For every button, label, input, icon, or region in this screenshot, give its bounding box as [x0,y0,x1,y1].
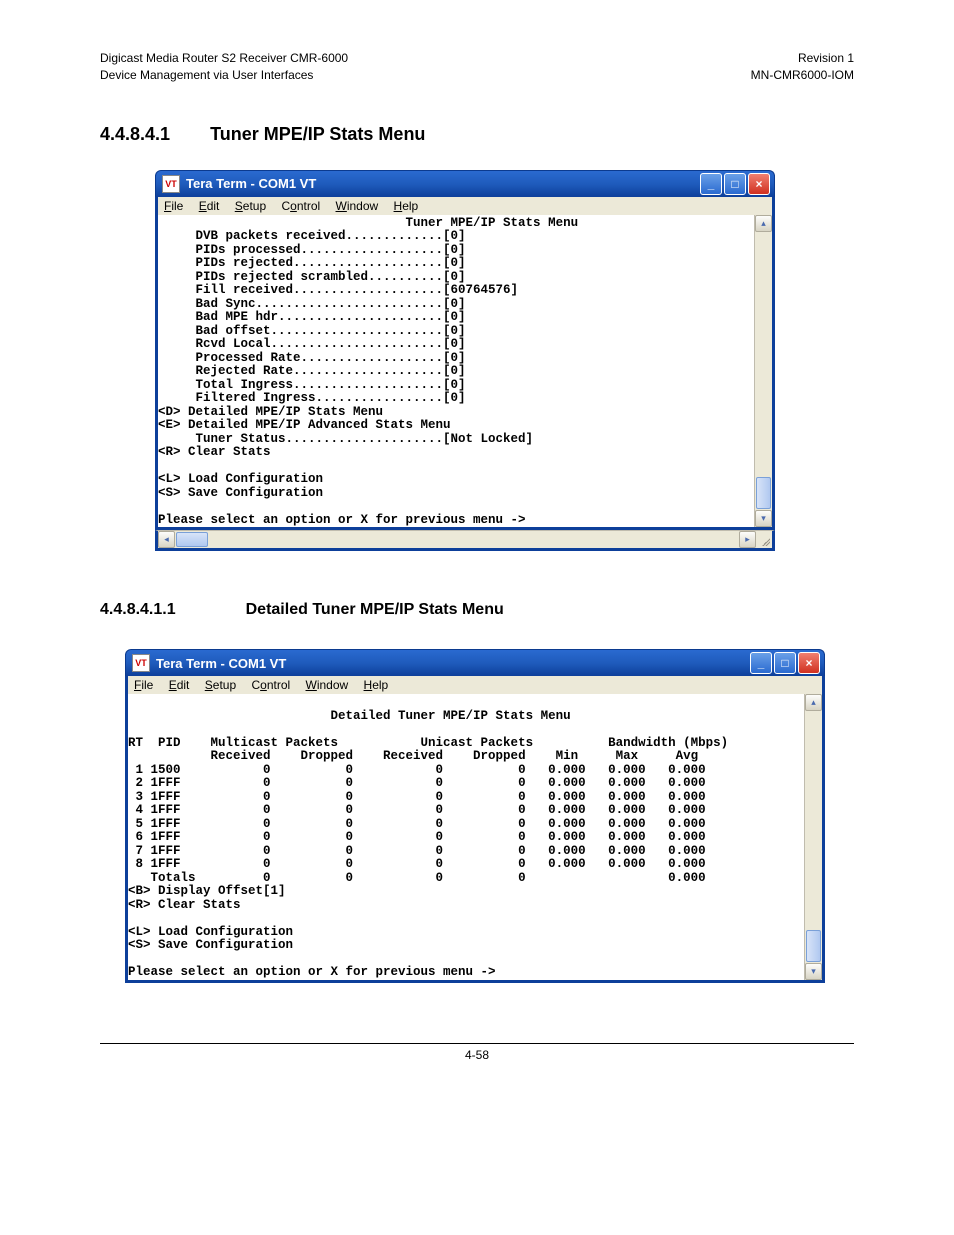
section-number: 4.4.8.4.1 [100,124,170,144]
close-button[interactable]: × [798,652,820,674]
menu-window[interactable]: Window [336,199,379,213]
terminal-output[interactable]: Tuner MPE/IP Stats Menu DVB packets rece… [158,215,754,528]
menu-help[interactable]: Help [394,199,419,213]
menu-file[interactable]: File [164,199,183,213]
footer-rule [100,1043,854,1044]
scroll-up-icon[interactable]: ▴ [755,215,772,232]
subsection-number: 4.4.8.4.1.1 [100,601,176,618]
section-heading-2: 4.4.8.4.1.1 Detailed Tuner MPE/IP Stats M… [100,601,854,619]
resize-grip-icon[interactable] [756,532,772,548]
scroll-thumb[interactable] [756,477,771,509]
titlebar[interactable]: VT Tera Term - COM1 VT _ □ × [125,649,825,676]
menubar: File Edit Setup Control Window Help [155,197,775,215]
terminal-window-2: VT Tera Term - COM1 VT _ □ × File Edit S… [125,649,825,983]
menu-edit[interactable]: Edit [199,199,220,213]
app-icon: VT [162,175,180,193]
header-right-1: Revision 1 [798,51,854,65]
header-left-2: Device Management via User Interfaces [100,68,313,82]
menu-setup[interactable]: Setup [205,678,236,692]
scroll-left-icon[interactable]: ◂ [158,531,175,548]
vertical-scrollbar[interactable]: ▴ ▾ [804,694,822,980]
menubar: File Edit Setup Control Window Help [125,676,825,694]
page-header: Digicast Media Router S2 Receiver CMR-60… [100,50,854,84]
app-icon: VT [132,654,150,672]
menu-file[interactable]: File [134,678,153,692]
menu-edit[interactable]: Edit [169,678,190,692]
scroll-thumb[interactable] [806,930,821,962]
terminal-output[interactable]: Detailed Tuner MPE/IP Stats Menu RT PID … [128,694,804,980]
close-button[interactable]: × [748,173,770,195]
minimize-button[interactable]: _ [700,173,722,195]
scroll-right-icon[interactable]: ▸ [739,531,756,548]
section-title: Tuner MPE/IP Stats Menu [210,124,425,144]
section-heading-1: 4.4.8.4.1 Tuner MPE/IP Stats Menu [100,124,854,145]
menu-setup[interactable]: Setup [235,199,266,213]
window-title: Tera Term - COM1 VT [186,176,700,191]
menu-control[interactable]: Control [251,678,290,692]
maximize-button[interactable]: □ [774,652,796,674]
page-number: 4-58 [100,1048,854,1062]
hscroll-thumb[interactable] [176,532,208,547]
minimize-button[interactable]: _ [750,652,772,674]
menu-control[interactable]: Control [281,199,320,213]
titlebar[interactable]: VT Tera Term - COM1 VT _ □ × [155,170,775,197]
terminal-window-1: VT Tera Term - COM1 VT _ □ × File Edit S… [155,170,775,552]
window-title: Tera Term - COM1 VT [156,656,750,671]
maximize-button[interactable]: □ [724,173,746,195]
scroll-up-icon[interactable]: ▴ [805,694,822,711]
header-right-2: MN-CMR6000-IOM [751,68,854,82]
scroll-down-icon[interactable]: ▾ [805,963,822,980]
horizontal-scrollbar[interactable]: ◂ ▸ [155,530,775,551]
menu-help[interactable]: Help [364,678,389,692]
subsection-title: Detailed Tuner MPE/IP Stats Menu [246,601,504,618]
menu-window[interactable]: Window [306,678,349,692]
vertical-scrollbar[interactable]: ▴ ▾ [754,215,772,528]
scroll-down-icon[interactable]: ▾ [755,510,772,527]
header-left-1: Digicast Media Router S2 Receiver CMR-60… [100,51,348,65]
